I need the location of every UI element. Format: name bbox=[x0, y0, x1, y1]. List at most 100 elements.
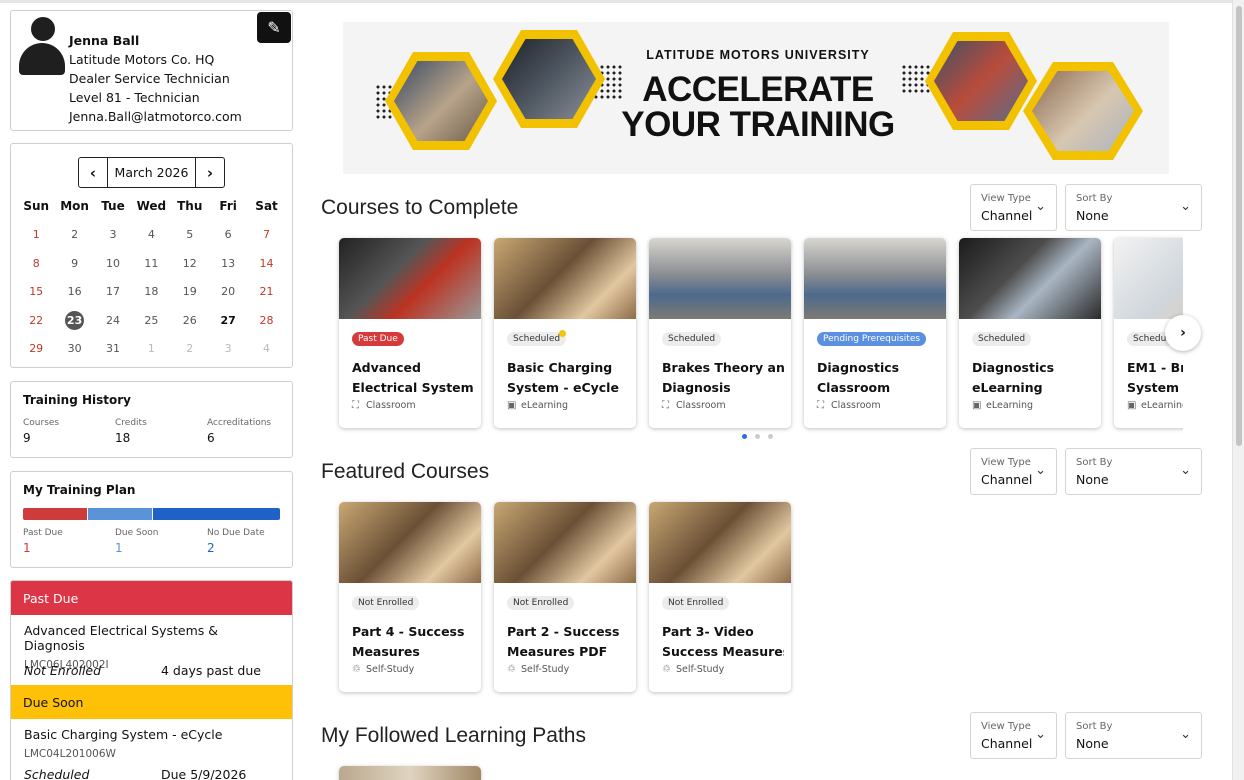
featured-course-card[interactable]: Not Enrolled Part 2 - Success Measures PD… bbox=[494, 502, 636, 692]
calendar-day[interactable]: 19 bbox=[171, 285, 209, 298]
course-card[interactable]: Scheduled Brakes Theory and Diagnosis ⛶ Cl… bbox=[649, 238, 791, 428]
paths-sort-by-select[interactable]: Sort By None ⌄ bbox=[1065, 712, 1202, 759]
chevron-down-icon: ⌄ bbox=[1180, 727, 1191, 742]
elearning-icon: ▣ bbox=[1127, 400, 1137, 411]
past-due-item-status: Not Enrolled bbox=[24, 663, 102, 678]
ctc-view-type-select[interactable]: View Type Channel ⌄ bbox=[970, 184, 1057, 231]
calendar-day[interactable]: 1 bbox=[132, 342, 170, 355]
followed-paths-title: My Followed Learning Paths bbox=[321, 724, 586, 747]
plan-due-soon-label: Due Soon bbox=[115, 528, 159, 538]
calendar-day[interactable]: 2 bbox=[55, 228, 93, 241]
featured-course-card[interactable]: Not Enrolled Part 4 - Success Measures ♲ S… bbox=[339, 502, 481, 692]
calendar-day[interactable]: 6 bbox=[209, 228, 247, 241]
calendar-day[interactable]: 12 bbox=[171, 257, 209, 270]
calendar-day[interactable]: 20 bbox=[209, 285, 247, 298]
calendar-day[interactable]: 13 bbox=[209, 257, 247, 270]
due-soon-item-title: Basic Charging System - eCycle bbox=[24, 727, 223, 742]
calendar-day[interactable]: 3 bbox=[94, 228, 132, 241]
prev-month-button[interactable]: ‹ bbox=[79, 158, 107, 187]
course-title: Part 3- Video Success Measures bbox=[662, 624, 784, 659]
calendar-day[interactable]: 27 bbox=[209, 314, 247, 327]
next-month-button[interactable]: › bbox=[196, 158, 224, 187]
training-plan-bar bbox=[23, 508, 281, 520]
calendar-day[interactable]: 10 bbox=[94, 257, 132, 270]
self-study-icon: ♲ bbox=[662, 664, 671, 675]
calendar-day[interactable]: 17 bbox=[94, 285, 132, 298]
course-image bbox=[649, 238, 791, 319]
calendar-day[interactable]: 28 bbox=[247, 314, 285, 327]
calendar-day[interactable]: 21 bbox=[247, 285, 285, 298]
calendar-day[interactable]: 7 bbox=[247, 228, 285, 241]
calendar-day[interactable]: 26 bbox=[171, 314, 209, 327]
calendar-day[interactable]: 22 bbox=[17, 314, 55, 327]
profile-name: Jenna Ball bbox=[69, 33, 140, 48]
weekday-label: Sat bbox=[255, 199, 278, 214]
calendar-day[interactable]: 25 bbox=[132, 314, 170, 327]
calendar-day[interactable]: 18 bbox=[132, 285, 170, 298]
sort-by-value: None bbox=[1076, 208, 1109, 223]
calendar-day[interactable]: 24 bbox=[94, 314, 132, 327]
calendar-day[interactable]: 2 bbox=[171, 342, 209, 355]
calendar-day[interactable]: 9 bbox=[55, 257, 93, 270]
training-plan-card[interactable]: My Training Plan Past Due 1 Due Soon 1 N… bbox=[10, 471, 293, 568]
course-card[interactable]: Scheduled Diagnostics eLearning ▣ eLearnin… bbox=[959, 238, 1101, 428]
banner-subtitle: LATITUDE MOTORS UNIVERSITY bbox=[646, 48, 870, 62]
course-card[interactable]: Past Due AdvancedElectrical System... ⛶C… bbox=[339, 238, 481, 428]
credits-count: 18 bbox=[115, 431, 131, 445]
calendar-day[interactable]: 1 bbox=[17, 228, 55, 241]
calendar-day[interactable]: 30 bbox=[55, 342, 93, 355]
plan-bar-past-due bbox=[23, 508, 87, 520]
featured-course-card[interactable]: Not Enrolled Part 3- Video Success Measur… bbox=[649, 502, 791, 692]
page-dot[interactable] bbox=[768, 434, 773, 439]
edit-profile-button[interactable]: ✎ bbox=[257, 12, 291, 43]
plan-no-due-label: No Due Date bbox=[207, 528, 265, 538]
credits-label: Credits bbox=[115, 418, 147, 428]
plan-no-due: No Due Date 2 bbox=[207, 528, 265, 555]
weekday-label: Tue bbox=[101, 199, 125, 214]
featured-view-type-select[interactable]: View Type Channel ⌄ bbox=[970, 448, 1057, 495]
calendar-day[interactable]: 23 bbox=[55, 310, 93, 330]
carousel-next-button[interactable]: › bbox=[1165, 315, 1201, 351]
calendar-day[interactable]: 11 bbox=[132, 257, 170, 270]
weekday-label: Sun bbox=[23, 199, 50, 214]
calendar-day[interactable]: 29 bbox=[17, 342, 55, 355]
calendar-day[interactable]: 31 bbox=[94, 342, 132, 355]
calendar-day[interactable]: 5 bbox=[171, 228, 209, 241]
chevron-down-icon: ⌄ bbox=[1180, 199, 1191, 214]
page-scrollbar[interactable] bbox=[1232, 0, 1244, 780]
elearning-icon: ▣ bbox=[507, 400, 517, 411]
course-image bbox=[959, 238, 1101, 319]
calendar-day[interactable]: 3 bbox=[209, 342, 247, 355]
calendar-day[interactable]: 15 bbox=[17, 285, 55, 298]
calendar-day[interactable]: 4 bbox=[132, 228, 170, 241]
page-dot[interactable] bbox=[742, 434, 747, 439]
due-soon-item[interactable]: Basic Charging System - eCycle LMC04L201… bbox=[11, 719, 292, 780]
calendar-day[interactable]: 16 bbox=[55, 285, 93, 298]
ctc-sort-by-select[interactable]: Sort By None ⌄ bbox=[1065, 184, 1202, 231]
profile-level: Level 81 - Technician bbox=[69, 90, 200, 105]
course-card[interactable]: Pending Prerequisites Diagnostics Classro… bbox=[804, 238, 946, 428]
calendar-day[interactable]: 14 bbox=[247, 257, 285, 270]
weekday-label: Fri bbox=[219, 199, 237, 214]
calendar-widget: ‹ March 2026 › Sun Mon Tue Wed Thu Fri Sat 1 2 3 4… bbox=[10, 143, 293, 368]
paths-view-type-select[interactable]: View Type Channel ⌄ bbox=[970, 712, 1057, 759]
learning-path-card[interactable] bbox=[339, 766, 481, 780]
plan-due-soon-count: 1 bbox=[115, 541, 123, 555]
calendar-day[interactable]: 4 bbox=[247, 342, 285, 355]
featured-sort-by-select[interactable]: Sort By None ⌄ bbox=[1065, 448, 1202, 495]
calendar-month: March 2026 bbox=[107, 158, 196, 187]
course-card[interactable]: Scheduled Basic Charging System - eCycle … bbox=[494, 238, 636, 428]
scrollbar-thumb[interactable] bbox=[1236, 6, 1242, 446]
due-soon-item-status: Scheduled bbox=[24, 767, 90, 780]
due-soon-item-code: LMC04L201006W bbox=[24, 748, 116, 760]
training-history-card: Training History Courses 9 Credits 18 Ac… bbox=[10, 381, 293, 458]
plan-bar-due-soon bbox=[88, 508, 152, 520]
page-dot[interactable] bbox=[755, 434, 760, 439]
past-due-item[interactable]: Advanced Electrical Systems & Diagnosis … bbox=[11, 615, 292, 685]
view-type-label: View Type bbox=[981, 457, 1031, 468]
view-type-label: View Type bbox=[981, 193, 1031, 204]
calendar-day[interactable]: 8 bbox=[17, 257, 55, 270]
course-title: Diagnostics eLearning bbox=[972, 360, 1055, 395]
classroom-icon: ⛶ bbox=[817, 400, 824, 411]
due-soon-item-when: Due 5/9/2026 bbox=[161, 767, 247, 780]
